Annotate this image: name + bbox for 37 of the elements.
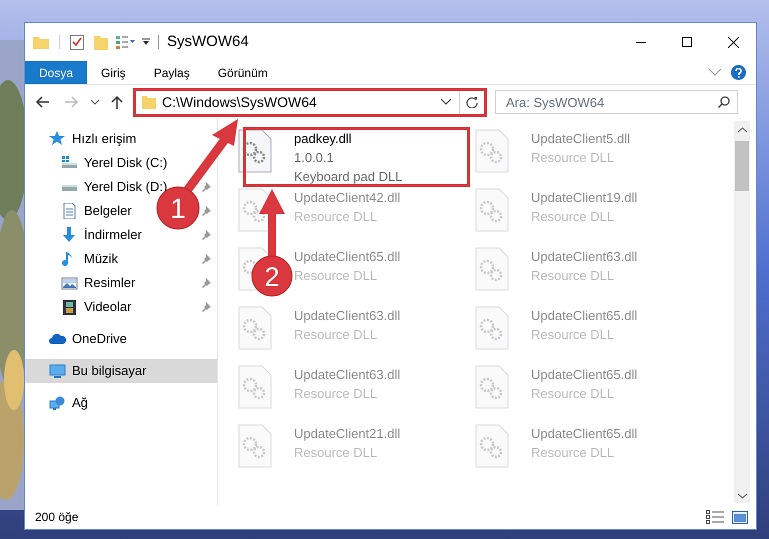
file-detail: Resource DLL	[294, 444, 378, 462]
ribbon-tab[interactable]: Görünüm	[204, 61, 282, 84]
file-name[interactable]: padkey.dll	[294, 129, 402, 148]
step-number: 1	[170, 193, 186, 224]
sidebar-item[interactable]: OneDrive	[72, 329, 127, 349]
step-number: 2	[264, 262, 280, 292]
ribbon-tab[interactable]: Paylaş	[140, 61, 204, 84]
file-detail: Resource DLL	[531, 385, 616, 403]
file-detail: Resource DLL	[531, 326, 616, 344]
sidebar-item[interactable]: Hızlı erişim	[72, 129, 136, 149]
file-detail: Resource DLL	[531, 267, 616, 285]
sidebar-item[interactable]: Bu bilgisayar	[72, 361, 146, 381]
item-count: 200 öğe	[35, 509, 78, 526]
sidebar-item[interactable]: Belgeler	[84, 201, 132, 221]
window-title: SysWOW64	[167, 32, 249, 52]
search-field[interactable]: Ara: SysWOW64	[495, 90, 738, 114]
address-path: C:\Windows\SysWOW64	[162, 92, 317, 112]
sidebar-item[interactable]: Müzik	[84, 249, 118, 269]
file-detail: 1.0.0.1	[294, 149, 335, 167]
sidebar-item[interactable]: Resimler	[84, 273, 136, 293]
file-detail: Resource DLL	[294, 267, 378, 285]
file-detail: Resource DLL	[531, 208, 616, 226]
sidebar-item[interactable]: Ağ	[72, 393, 88, 413]
file-detail: Resource DLL	[531, 149, 616, 167]
ribbon-tab[interactable]: Dosya	[25, 61, 88, 84]
file-detail: Resource DLL	[294, 326, 378, 344]
sidebar-item[interactable]: İndirmeler	[84, 225, 142, 245]
file-detail: Resource DLL	[294, 208, 378, 226]
file-detail: Resource DLL	[531, 444, 616, 462]
sidebar-item[interactable]: Videolar	[84, 297, 132, 317]
file-detail: Resource DLL	[294, 385, 378, 403]
sidebar-item[interactable]: Yerel Disk (C:)	[84, 153, 168, 173]
sidebar-item[interactable]: Yerel Disk (D:)	[84, 177, 168, 197]
file-detail: Keyboard pad DLL	[294, 168, 402, 186]
address-bar[interactable]: C:\Windows\SysWOW64	[133, 88, 487, 116]
sidebar-row-highlight[interactable]: Bu bilgisayar	[25, 359, 217, 383]
ribbon-tab[interactable]: Giriş	[87, 61, 140, 84]
